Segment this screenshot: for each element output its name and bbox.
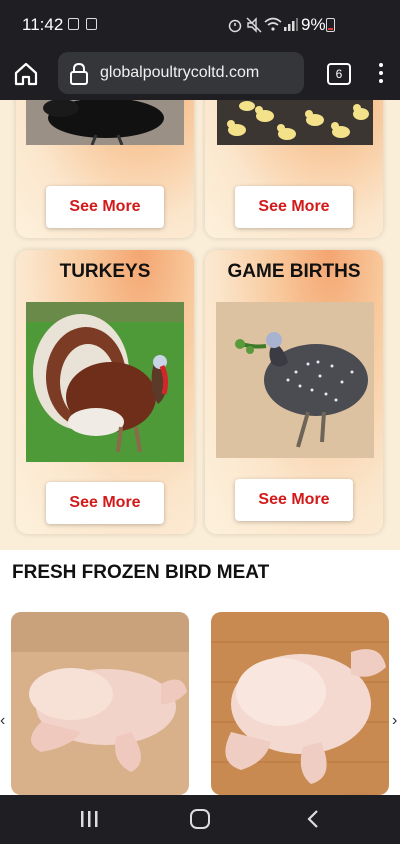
ducklings-photo <box>217 100 373 145</box>
signal-icon <box>284 18 298 31</box>
card-title: TURKEYS <box>59 261 151 282</box>
tab-switcher-button[interactable]: 6 <box>327 63 351 85</box>
battery-icon <box>326 18 335 32</box>
system-navigation-bar <box>0 795 400 844</box>
carousel-next-icon[interactable]: › <box>392 712 397 730</box>
see-more-button[interactable]: See More <box>46 186 164 228</box>
browser-toolbar: globalpoultrycoltd.com 6 <box>0 50 400 100</box>
gallery-icon <box>86 18 97 30</box>
product-grid: See More See More TURKEYS See More GAME … <box>0 100 400 550</box>
frozen-duck-photo[interactable] <box>11 612 189 795</box>
chicken-photo <box>26 100 184 145</box>
frozen-chicken-photo[interactable] <box>211 612 389 795</box>
product-card-game-births: GAME BIRTHS See More <box>205 250 383 534</box>
card-title: GAME BIRTHS <box>227 261 361 282</box>
wifi-icon <box>264 17 282 31</box>
back-icon[interactable] <box>305 809 321 829</box>
see-more-button[interactable]: See More <box>235 186 353 228</box>
lock-icon <box>70 62 88 85</box>
guinea-fowl-photo <box>216 302 374 458</box>
home-nav-icon[interactable] <box>189 808 211 830</box>
status-bar: 11:42 9% <box>0 0 400 50</box>
recent-apps-icon[interactable] <box>79 810 99 828</box>
alarm-icon <box>228 19 242 33</box>
turkey-photo <box>26 302 184 462</box>
status-time: 11:42 <box>22 15 64 34</box>
product-card-turkeys: TURKEYS See More <box>16 250 194 534</box>
home-icon[interactable] <box>12 60 40 88</box>
page-content: See More See More TURKEYS See More GAME … <box>0 100 400 795</box>
carousel-prev-icon[interactable]: ‹ <box>0 712 5 730</box>
see-more-button[interactable]: See More <box>235 479 353 521</box>
notification-icon <box>68 18 79 30</box>
address-bar[interactable]: globalpoultrycoltd.com <box>58 52 304 94</box>
mute-icon <box>246 17 262 33</box>
product-card-ducklings: See More <box>205 100 383 238</box>
product-card-chickens: See More <box>16 100 194 238</box>
section-title: FRESH FROZEN BIRD MEAT <box>12 562 270 583</box>
battery-percent: 9% <box>301 15 326 34</box>
overflow-menu-icon[interactable] <box>373 60 389 88</box>
see-more-button[interactable]: See More <box>46 482 164 524</box>
url-text: globalpoultrycoltd.com <box>100 64 260 81</box>
